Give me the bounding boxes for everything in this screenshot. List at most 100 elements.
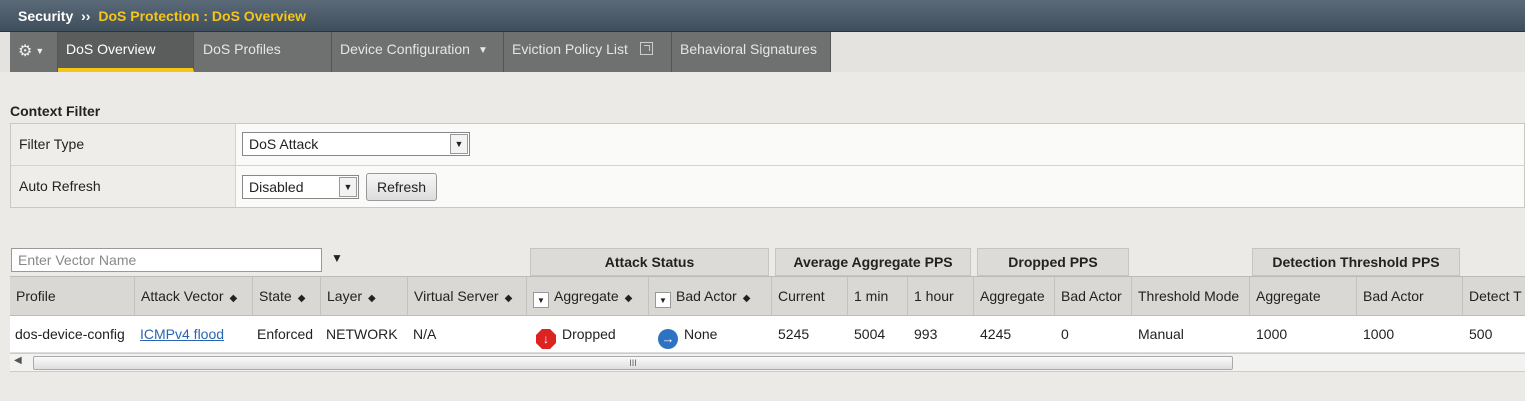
cell-attack-bad-actor: → None xyxy=(649,316,717,352)
sort-icon: ◆ xyxy=(368,293,376,304)
column-header-label: Bad Actor xyxy=(676,288,737,304)
column-header-label: Detect T xyxy=(1469,288,1522,304)
chevron-down-icon: ▼ xyxy=(477,45,488,56)
column-header-layer[interactable]: Layer ◆ xyxy=(321,277,408,315)
cell-avg-1-min: 5004 xyxy=(854,326,886,342)
column-header-detection-aggregate[interactable]: Aggregate xyxy=(1250,277,1357,315)
dropped-icon: ↓ xyxy=(536,329,556,349)
scrollbar-grip: III xyxy=(629,358,637,368)
refresh-button[interactable]: Refresh xyxy=(366,173,438,201)
sort-icon: ◆ xyxy=(742,293,751,304)
filter-type-label: Filter Type xyxy=(11,124,236,165)
cell-detection-aggregate: 1000 xyxy=(1256,326,1288,342)
cell-virtual-server: N/A xyxy=(413,326,437,342)
attack-aggregate-value: Dropped xyxy=(562,326,616,342)
column-header-label: Current xyxy=(778,288,825,304)
column-header-threshold-mode[interactable]: Threshold Mode xyxy=(1132,277,1250,315)
auto-refresh-label: Auto Refresh xyxy=(11,166,236,207)
column-header-virtual-server[interactable]: Virtual Server ◆ xyxy=(408,277,527,315)
context-filter-title: Context Filter xyxy=(10,103,101,119)
column-header-current[interactable]: Current xyxy=(772,277,848,315)
column-header-detection-bad-actor[interactable]: Bad Actor xyxy=(1357,277,1463,315)
column-header-dropped-aggregate[interactable]: Aggregate xyxy=(974,277,1055,315)
column-header-profile[interactable]: Profile xyxy=(10,277,135,315)
group-header-detection-threshold-pps: Detection Threshold PPS xyxy=(1252,248,1460,276)
column-header-label: 1 hour xyxy=(914,288,954,304)
cell-avg-current: 5245 xyxy=(778,326,810,342)
sort-icon: ◆ xyxy=(229,293,238,304)
cell-dropped-aggregate: 4245 xyxy=(980,326,1012,342)
attack-bad-actor-value: None xyxy=(684,326,718,342)
column-header-1-min[interactable]: 1 min xyxy=(848,277,908,315)
cell-state: Enforced xyxy=(257,326,314,342)
table-header-row: Profile Attack Vector ◆ State ◆ Layer ◆ Vir… xyxy=(10,276,1525,316)
auto-refresh-select[interactable]: Disabled ▼ xyxy=(242,175,359,199)
auto-refresh-value: Disabled xyxy=(249,179,304,195)
column-header-attack-vector[interactable]: Attack Vector ◆ xyxy=(135,277,253,315)
gear-menu-button[interactable]: ⚙ ▼ xyxy=(10,32,58,72)
column-header-label: Virtual Server xyxy=(414,288,499,304)
gear-icon: ⚙ xyxy=(18,43,33,60)
column-filter-dropdown-icon[interactable]: ▼ xyxy=(533,292,549,308)
cell-detect-t: 500 xyxy=(1469,326,1493,342)
cell-detection-bad-actor: 1000 xyxy=(1363,326,1395,342)
tab-dos-profiles[interactable]: DoS Profiles xyxy=(194,32,332,72)
cell-profile: dos-device-config xyxy=(15,326,125,342)
cell-dropped-bad-actor: 0 xyxy=(1061,326,1069,342)
attack-vector-link-text[interactable]: ICMPv4 flood xyxy=(140,326,224,342)
column-header-1-hour[interactable]: 1 hour xyxy=(908,277,974,315)
column-header-label: Attack Vector xyxy=(141,288,224,304)
cell-avg-1-hour: 993 xyxy=(914,326,938,342)
auto-refresh-row: Auto Refresh Disabled ▼ Refresh xyxy=(11,166,1525,208)
column-header-label: Bad Actor xyxy=(1061,288,1122,304)
chevron-down-icon: ▼ xyxy=(450,134,468,154)
tab-eviction-policy-list[interactable]: Eviction Policy List xyxy=(504,32,672,72)
cell-threshold-mode: Manual xyxy=(1138,326,1184,342)
column-header-label: Aggregate xyxy=(980,288,1045,304)
breadcrumb-section: Security xyxy=(18,8,74,24)
chevron-down-icon: ▼ xyxy=(339,177,357,197)
column-header-label: Threshold Mode xyxy=(1138,288,1240,304)
column-header-attack-bad-actor[interactable]: ▼ Bad Actor ◆ xyxy=(649,277,772,315)
scrollbar-thumb[interactable]: III xyxy=(33,356,1233,370)
column-filter-dropdown-icon[interactable]: ▼ xyxy=(655,292,671,308)
tab-label: DoS Profiles xyxy=(203,41,281,57)
chevron-down-icon: ▼ xyxy=(35,46,45,56)
tab-label: Eviction Policy List xyxy=(512,41,628,57)
column-header-attack-aggregate[interactable]: ▼ Aggregate ◆ xyxy=(527,277,649,315)
sort-icon: ◆ xyxy=(297,293,306,304)
context-filter-panel: Filter Type DoS Attack ▼ Auto Refresh Di… xyxy=(10,123,1525,208)
cell-layer: NETWORK xyxy=(326,326,398,342)
column-header-label: Aggregate xyxy=(554,288,619,304)
column-header-label: State xyxy=(259,288,292,304)
group-header-average-aggregate-pps: Average Aggregate PPS xyxy=(775,248,971,276)
filter-icon[interactable]: ▼ xyxy=(331,251,343,265)
column-header-label: 1 min xyxy=(854,288,889,304)
tab-label: Device Configuration xyxy=(340,41,470,57)
group-header-dropped-pps: Dropped PPS xyxy=(977,248,1129,276)
tab-dos-overview[interactable]: DoS Overview xyxy=(58,32,194,72)
sort-icon: ◆ xyxy=(504,293,513,304)
tab-device-configuration[interactable]: Device Configuration ▼ xyxy=(332,32,504,72)
filter-type-select[interactable]: DoS Attack ▼ xyxy=(242,132,470,156)
horizontal-scrollbar[interactable]: ◀ III xyxy=(10,353,1525,372)
attack-vector-link[interactable]: ICMPv4 flood xyxy=(135,316,224,352)
tab-bar: ⚙ ▼ DoS Overview DoS Profiles Device Conf… xyxy=(0,32,1525,72)
column-header-label: Layer xyxy=(327,288,363,304)
column-header-detect-t[interactable]: Detect T xyxy=(1463,277,1525,315)
group-header-attack-status: Attack Status xyxy=(530,248,769,276)
scroll-left-arrow-icon[interactable]: ◀ xyxy=(14,355,22,366)
column-header-state[interactable]: State ◆ xyxy=(253,277,321,315)
column-header-dropped-bad-actor[interactable]: Bad Actor xyxy=(1055,277,1132,315)
tab-label: DoS Overview xyxy=(66,41,156,57)
filter-type-row: Filter Type DoS Attack ▼ xyxy=(11,124,1525,166)
breadcrumb: Security ›› DoS Protection : DoS Overvie… xyxy=(0,0,1525,32)
column-header-label: Aggregate xyxy=(1256,288,1321,304)
tab-label: Behavioral Signatures xyxy=(680,41,817,57)
breadcrumb-current: DoS Protection : DoS Overview xyxy=(98,8,307,24)
tab-behavioral-signatures[interactable]: Behavioral Signatures xyxy=(672,32,831,72)
vector-name-search-input[interactable]: Enter Vector Name xyxy=(11,248,322,272)
breadcrumb-separator: ›› xyxy=(81,8,91,24)
table-row[interactable]: dos-device-config ICMPv4 flood Enforced … xyxy=(10,316,1525,353)
column-header-label: Bad Actor xyxy=(1363,288,1424,304)
